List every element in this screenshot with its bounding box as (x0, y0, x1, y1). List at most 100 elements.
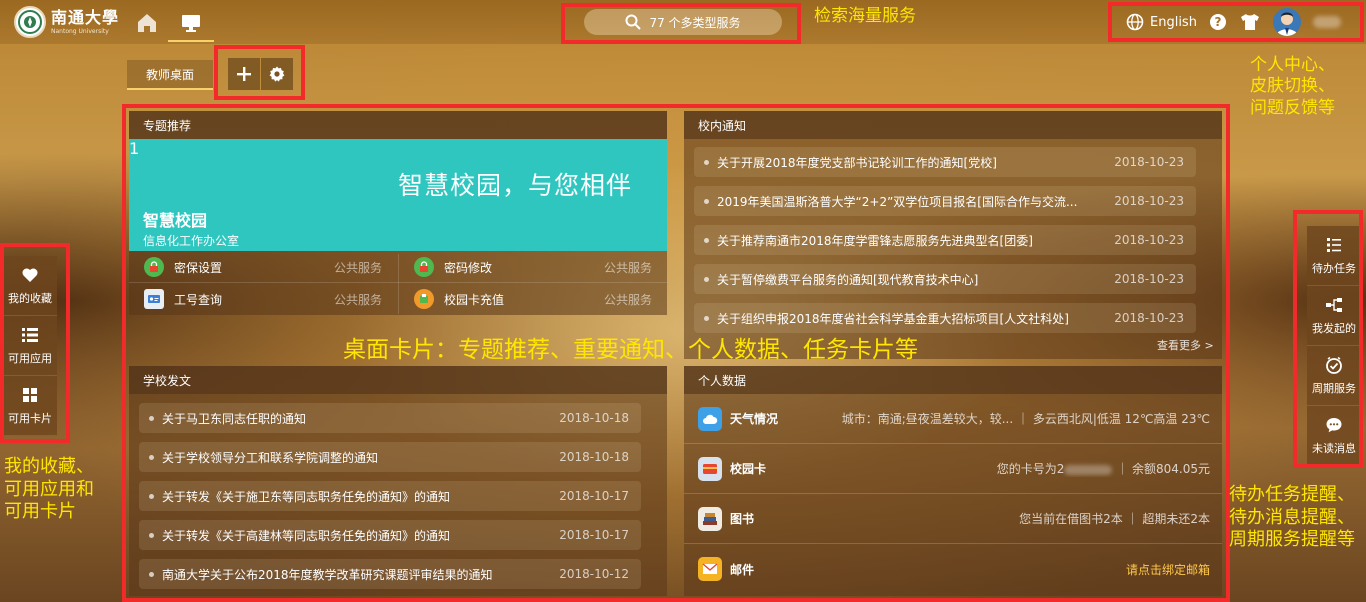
university-seal-icon (14, 6, 46, 38)
row-info: 城市：南通;昼夜温差较大，较... ｜ 多云西北风|低温 12℃高温 23℃ (841, 412, 1210, 426)
bind-mail-link[interactable]: 请点击绑定邮箱 (820, 561, 1222, 578)
recharge-icon (414, 289, 434, 309)
bullet (149, 571, 154, 577)
personal-data-card: 个人数据 天气情况 城市：南通;昼夜温差较大，较... ｜ 多云西北风|低温 1… (684, 366, 1222, 596)
service-category: 公共服务 (333, 292, 382, 307)
document-title: 关于转发《关于高建林等同志职务任免的通知》的通知 (162, 528, 451, 543)
service-category: 公共服务 (333, 260, 382, 275)
home-icon[interactable] (132, 8, 162, 38)
card-number-label: 您的卡号为2 (996, 462, 1065, 476)
service-name: 密保设置 (174, 260, 223, 275)
card-title: 学校发文 (143, 373, 192, 388)
document-title: 关于转发《关于施卫东等同志职务任免的通知》的通知 (162, 489, 451, 504)
bullet (704, 198, 709, 204)
row-name: 天气情况 (730, 412, 779, 426)
active-nav-indicator (168, 40, 214, 42)
row-info: 您的卡号为2 ｜ 余额804.05元 (820, 460, 1222, 477)
notice-date: 2018-10-23 (1114, 272, 1184, 286)
list-item[interactable]: 关于开展2018年度党支部书记轮训工作的通知[党校] 2018-10-23 (694, 147, 1196, 177)
annotation-box-toolbar (1108, 2, 1364, 42)
annotation-line: 可用卡片 (4, 501, 76, 522)
desktop-icon[interactable] (176, 8, 206, 38)
card-header: 校内通知 (684, 111, 1222, 139)
list-item[interactable]: 关于转发《关于施卫东等同志职务任免的通知》的通知 2018-10-17 (139, 481, 641, 511)
bullet (149, 493, 154, 499)
annotation-left-note: 我的收藏、 可用应用和 可用卡片 (4, 456, 94, 524)
bullet (704, 315, 709, 321)
document-list: 关于马卫东同志任职的通知 2018-10-18 关于学校领导分工和联系学院调整的通… (139, 403, 641, 589)
card-header: 学校发文 (129, 366, 667, 394)
annotation-box-search (561, 3, 801, 44)
row-name: 邮件 (730, 562, 755, 577)
bullet (149, 415, 154, 421)
row-name: 校园卡 (730, 462, 767, 476)
service-item-staff-id-query[interactable]: 工号查询 公共服务 (144, 289, 382, 309)
document-title: 关于马卫东同志任职的通知 (162, 411, 307, 426)
card-balance: ｜ 余额804.05元 (1116, 462, 1210, 476)
annotation-box-left-dock (0, 243, 70, 443)
notice-list: 关于开展2018年度党支部书记轮训工作的通知[党校] 2018-10-23 201… (694, 147, 1196, 333)
banner-slogan: 智慧校园，与您相伴 (398, 171, 633, 200)
service-name: 工号查询 (174, 292, 223, 307)
bullet (149, 532, 154, 538)
annotation-line: 待办消息提醒、 (1229, 506, 1355, 528)
notice-date: 2018-10-23 (1114, 233, 1184, 247)
card-title: 个人数据 (698, 373, 747, 388)
list-item[interactable]: 2019年美国温斯洛普大学“2+2”双学位项目报名[国际合作与交流... 2018… (694, 186, 1196, 216)
logo-english-name: Nantong University (51, 27, 109, 35)
document-title: 关于学校领导分工和联系学院调整的通知 (162, 450, 379, 465)
banner-subtitle: 信息化工作办公室 (143, 234, 240, 248)
service-name: 密码修改 (444, 260, 493, 275)
bullet (704, 276, 709, 282)
annotation-box-desktop-tools (214, 45, 305, 100)
banner-title: 智慧校园 (143, 211, 208, 230)
notice-more-link[interactable]: 查看更多 > (1157, 337, 1214, 353)
list-item[interactable]: 关于转发《关于高建林等同志职务任免的通知》的通知 2018-10-17 (139, 520, 641, 550)
university-logo[interactable]: 南通大學 Nantong University (14, 6, 119, 38)
row-info: 您当前在借图书2本 ｜ 超期未还2本 (1019, 512, 1210, 526)
bullet (704, 159, 709, 165)
notice-date: 2018-10-23 (1114, 194, 1184, 208)
mail-icon (698, 557, 722, 581)
notice-date: 2018-10-23 (1114, 155, 1184, 169)
annotation-line: 待办任务提醒、 (1229, 484, 1355, 505)
tab-teacher-desktop[interactable]: 教师桌面 (127, 60, 213, 90)
list-item[interactable]: 南通大学关于公布2018年度教学改革研究课题评审结果的通知 2018-10-12 (139, 559, 641, 589)
annotation-line: 个人中心、 (1250, 55, 1335, 75)
list-item[interactable]: 关于暂停缴费平台服务的通知[现代教育技术中心] 2018-10-23 (694, 264, 1196, 294)
annotation-line: 皮肤切换、 (1250, 76, 1335, 97)
annotation-right-note: 待办任务提醒、 待办消息提醒、 周期服务提醒等 (1229, 484, 1355, 552)
campus-card-icon (698, 456, 722, 481)
list-item[interactable]: 关于马卫东同志任职的通知 2018-10-18 (139, 403, 641, 433)
personal-row-library[interactable]: 图书 您当前在借图书2本 ｜ 超期未还2本 (684, 494, 1222, 544)
document-title: 南通大学关于公布2018年度教学改革研究课题评审结果的通知 (162, 567, 493, 582)
list-item[interactable]: 关于推荐南通市2018年度学雷锋志愿服务先进典型名[团委] 2018-10-23 (694, 225, 1196, 255)
service-category: 公共服务 (603, 292, 652, 307)
divider (398, 254, 399, 314)
service-item-card-recharge[interactable]: 校园卡充值 公共服务 (414, 289, 652, 309)
row-name: 图书 (730, 512, 755, 526)
notice-title: 2019年美国温斯洛普大学“2+2”双学位项目报名[国际合作与交流... (717, 194, 1078, 209)
card-number-masked (1064, 464, 1113, 475)
service-item-password-change[interactable]: 密码修改 公共服务 (414, 257, 652, 277)
list-item[interactable]: 关于组织申报2018年度省社会科学基金重大招标项目[人文社科处] 2018-10-… (694, 303, 1196, 333)
service-name: 校园卡充值 (444, 292, 505, 307)
annotation-line: 问题反馈等 (1250, 97, 1335, 118)
notice-title: 关于组织申报2018年度省社会科学基金重大招标项目[人文社科处] (717, 311, 1069, 326)
books-icon (698, 506, 722, 531)
annotation-line: 我的收藏、 (4, 456, 94, 477)
bullet (704, 237, 709, 243)
id-card-icon (144, 289, 164, 309)
service-item-security-settings[interactable]: 密保设置 公共服务 (144, 257, 382, 277)
personal-row-campus-card[interactable]: 校园卡 您的卡号为2 ｜ 余额804.05元 (684, 444, 1222, 494)
lock-icon (414, 257, 434, 277)
notice-title: 关于暂停缴费平台服务的通知[现代教育技术中心] (717, 272, 979, 287)
list-item[interactable]: 关于学校领导分工和联系学院调整的通知 2018-10-18 (139, 442, 641, 472)
tab-label: 教师桌面 (145, 67, 194, 82)
personal-row-weather[interactable]: 天气情况 城市：南通;昼夜温差较大，较... ｜ 多云西北风|低温 12℃高温 … (684, 394, 1222, 444)
document-date: 2018-10-12 (559, 567, 629, 581)
document-date: 2018-10-18 (559, 450, 629, 464)
document-date: 2018-10-17 (559, 489, 629, 503)
document-date: 2018-10-18 (559, 411, 629, 425)
personal-row-mail[interactable]: 邮件 请点击绑定邮箱 (684, 544, 1222, 594)
